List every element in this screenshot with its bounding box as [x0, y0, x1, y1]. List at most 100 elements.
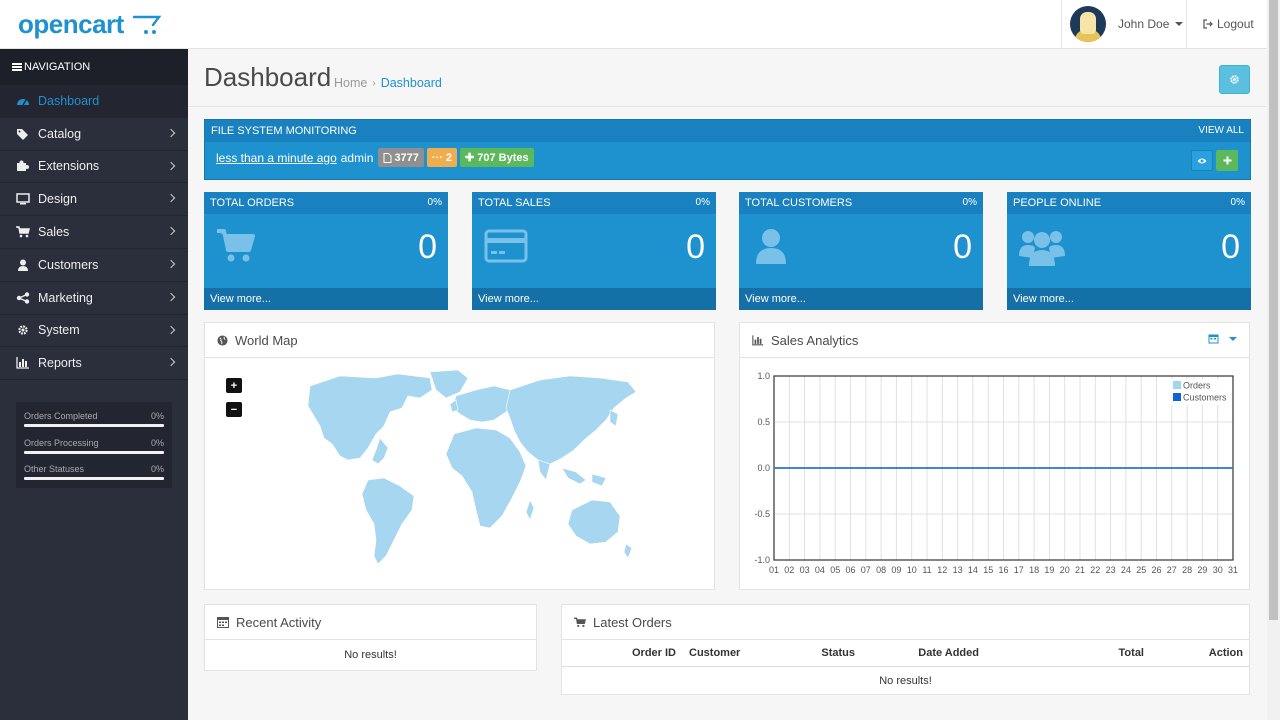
added-badge[interactable]: ✚ 707 Bytes: [460, 148, 534, 167]
tile-people-online: PEOPLE ONLINE 0% 0 View more...: [1007, 192, 1251, 310]
sidebar-item-design[interactable]: Design: [0, 183, 188, 217]
data-point: [972, 467, 974, 469]
logo-cart-icon: [133, 15, 162, 34]
sidebar-item-marketing[interactable]: Marketing: [0, 282, 188, 315]
x-tick-label: 18: [1029, 565, 1039, 575]
fsm-user: admin: [340, 150, 374, 165]
data-point: [1125, 467, 1127, 469]
logo[interactable]: opencart: [0, 0, 188, 48]
logout-label: Logout: [1217, 17, 1254, 31]
sidebar-item-customers[interactable]: Customers: [0, 249, 188, 282]
tile-title: TOTAL CUSTOMERS: [745, 197, 853, 209]
gear-icon: [1230, 75, 1239, 84]
view-all-link[interactable]: VIEW ALL: [1198, 125, 1244, 136]
calendar-icon: [1208, 334, 1219, 344]
column-header-date-added[interactable]: Date Added: [918, 647, 979, 659]
data-point: [1079, 467, 1081, 469]
chevron-right-icon: [166, 259, 176, 269]
users-icon: [1019, 231, 1065, 266]
sidebar-item-label: Catalog: [38, 126, 82, 141]
data-point: [1110, 467, 1112, 469]
x-tick-label: 27: [1167, 565, 1177, 575]
x-tick-label: 12: [937, 565, 947, 575]
sidebar-item-dashboard[interactable]: Dashboard: [0, 85, 188, 118]
x-tick-label: 04: [815, 565, 825, 575]
data-point: [773, 467, 775, 469]
files-badge[interactable]: 3777: [378, 148, 424, 167]
shopping-cart-icon: [574, 617, 586, 627]
data-point: [834, 467, 836, 469]
data-point: [911, 467, 913, 469]
sidebar-item-sales[interactable]: Sales: [0, 216, 188, 249]
breadcrumb-dashboard[interactable]: Dashboard: [381, 76, 442, 90]
dashboard-icon: [16, 94, 30, 108]
column-header-customer[interactable]: Customer: [689, 647, 740, 659]
view-more-link[interactable]: View more...: [204, 288, 448, 310]
plus-icon: ✚: [465, 152, 475, 164]
progress-bar: [24, 424, 164, 427]
caret-down-icon: [1229, 336, 1237, 341]
view-more-link[interactable]: View more...: [1007, 288, 1251, 310]
settings-button[interactable]: [1219, 65, 1250, 94]
changed-badge[interactable]: ··· 2: [426, 148, 458, 167]
data-point: [1155, 467, 1158, 469]
scroll-thumb[interactable]: [1269, 0, 1278, 620]
progress-bar: [24, 477, 164, 480]
panel-header: Sales Analytics: [740, 323, 1249, 358]
sidebar-item-label: System: [38, 323, 80, 338]
zoom-out-button[interactable]: −: [226, 402, 242, 417]
sidebar-item-reports[interactable]: Reports: [0, 347, 188, 381]
panel-title: Recent Activity: [236, 614, 322, 630]
view-more-link[interactable]: View more...: [739, 288, 983, 310]
orders-table-header: Order ID Customer Status Date Added Tota…: [562, 640, 1249, 667]
no-results-text: No results!: [344, 649, 397, 661]
sidebar-item-catalog[interactable]: Catalog: [0, 118, 188, 151]
tile-percent: 0%: [427, 197, 442, 208]
x-tick-label: 23: [1106, 565, 1116, 575]
column-header-order-id[interactable]: Order ID: [632, 647, 676, 659]
plus-icon: [1223, 156, 1231, 165]
date-range-dropdown[interactable]: [1208, 333, 1237, 344]
breadcrumb-home[interactable]: Home: [334, 76, 367, 90]
sidebar-item-system[interactable]: System: [0, 315, 188, 348]
panel-header: Latest Orders: [562, 605, 1249, 640]
x-tick-label: 25: [1136, 565, 1146, 575]
fsm-header: FILE SYSTEM MONITORING VIEW ALL: [205, 120, 1250, 142]
legend-swatch: [1173, 393, 1181, 401]
view-button[interactable]: [1191, 150, 1213, 171]
sidebar-item-label: Customers: [38, 257, 99, 272]
zoom-in-button[interactable]: +: [226, 378, 242, 393]
x-tick-label: 31: [1228, 565, 1238, 575]
sidebar-item-extensions[interactable]: Extensions: [0, 151, 188, 184]
minus-icon: ···: [431, 151, 443, 164]
page-scrollbar[interactable]: [1267, 0, 1280, 720]
column-header-status[interactable]: Status: [821, 647, 855, 659]
progress-bar: [24, 450, 164, 454]
x-tick-label: 30: [1213, 565, 1223, 575]
bar-chart-icon: [752, 334, 764, 345]
data-point: [788, 467, 790, 469]
sales-analytics-panel: Sales Analytics 1.0 0.5 0.0 -0.5 -1.0 01 02 03…: [739, 322, 1250, 590]
column-header-total[interactable]: Total: [1119, 647, 1144, 659]
chevron-right-icon: [166, 325, 176, 334]
add-button[interactable]: [1216, 150, 1238, 171]
user-menu[interactable]: John Doe: [1061, 0, 1186, 48]
caret-down-icon: [1175, 22, 1184, 26]
nav-title: NAVIGATION: [0, 49, 188, 85]
x-tick-label: 02: [784, 565, 794, 575]
x-tick-label: 10: [907, 565, 917, 575]
x-tick-label: 03: [800, 565, 810, 575]
puzzle-icon: [16, 159, 30, 173]
logout-button[interactable]: Logout: [1186, 0, 1267, 48]
data-point: [1201, 467, 1203, 469]
chevron-right-icon: [166, 194, 176, 203]
tile-value: 0: [1221, 228, 1240, 266]
cart-icon: [16, 225, 30, 239]
desktop-icon: [16, 192, 30, 206]
view-more-link[interactable]: View more...: [472, 288, 716, 310]
world-map[interactable]: [280, 368, 640, 578]
fsm-time-link[interactable]: less than a minute ago: [216, 151, 337, 165]
y-tick-label: 1.0: [757, 371, 770, 381]
data-point: [804, 467, 806, 469]
data-point: [819, 467, 821, 469]
